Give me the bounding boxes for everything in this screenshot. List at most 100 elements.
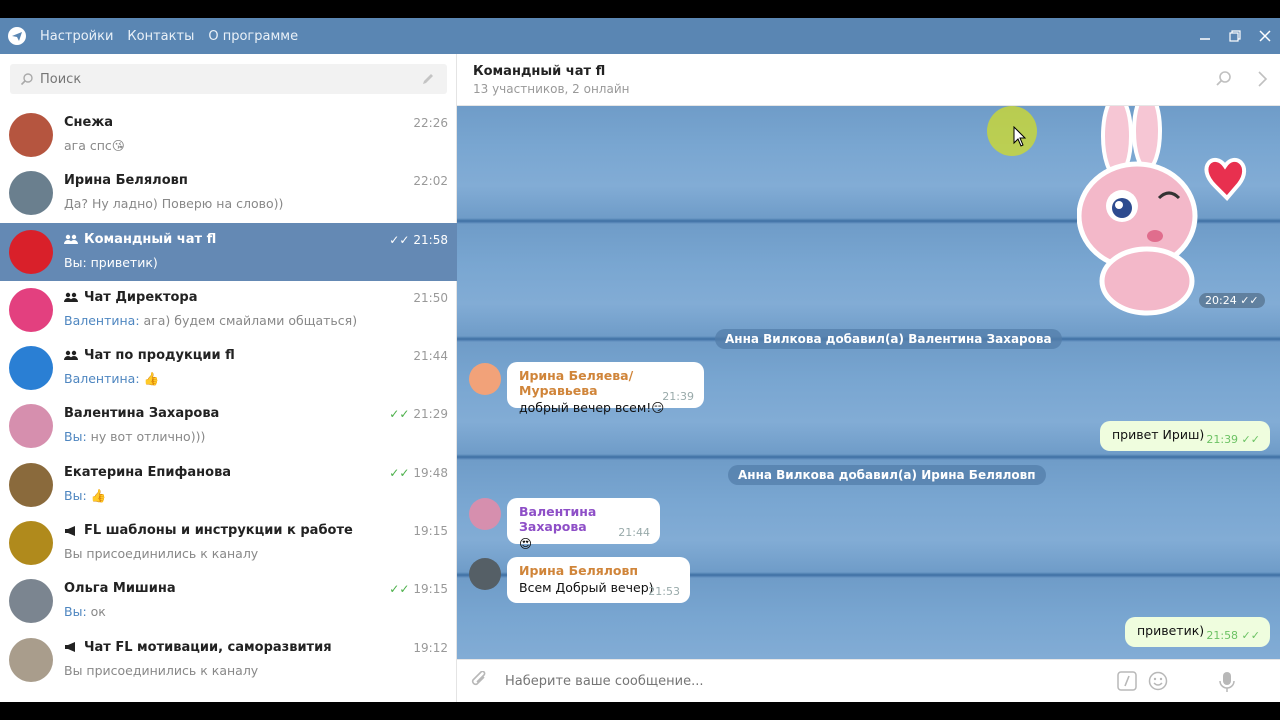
cursor-highlight	[987, 106, 1037, 156]
chat-preview: Вы: ок	[64, 604, 106, 619]
message-area[interactable]: 20:24 ✓✓ Анна Вилкова добавил(а) Валенти…	[457, 106, 1280, 659]
preview-text: Да? Ну ладно) Поверю на слово))	[64, 196, 284, 212]
read-check-icon: ✓✓	[389, 232, 410, 247]
avatar	[9, 637, 53, 682]
service-message: Анна Вилкова добавил(а) Валентина Захаро…	[715, 329, 1062, 349]
attach-paperclip-icon[interactable]	[471, 671, 489, 691]
search-box	[10, 64, 447, 94]
read-check-icon: ✓✓	[389, 465, 410, 480]
group-icon	[64, 234, 78, 244]
chat-name: Чат Директора	[64, 290, 198, 305]
chat-list-item[interactable]: Чат Директора 21:50 Валентина: ага) будем …	[0, 281, 457, 339]
message-time: 21:44	[618, 526, 650, 539]
chat-title[interactable]: Командный чат fl	[473, 64, 605, 79]
chat-time: ✓✓ 19:15	[389, 582, 448, 597]
chat-list: Снежа 22:26 ага спс😘 Ирина Беляловп 22:02 Да?…	[0, 106, 457, 689]
chat-sidebar: Снежа 22:26 ага спс😘 Ирина Беляловп 22:02 Да?…	[0, 54, 457, 702]
bunny-sticker[interactable]	[1077, 106, 1277, 316]
search-icon[interactable]	[1215, 70, 1233, 88]
message-bubble-outgoing: приветик) 21:58 ✓✓	[1125, 617, 1270, 647]
microphone-icon[interactable]	[1219, 671, 1235, 693]
preview-text: Вы: приветик)	[64, 254, 158, 270]
mouse-cursor-icon	[1013, 126, 1027, 147]
chat-preview: Вы присоединились к каналу	[64, 546, 258, 561]
preview-text: Вы присоединились к каналу	[64, 546, 259, 562]
search-input[interactable]	[34, 71, 421, 87]
chat-preview: Вы: 👍	[64, 488, 106, 504]
preview-sender: Вы:	[64, 429, 91, 445]
read-check-icon: ✓✓	[389, 582, 410, 597]
avatar[interactable]	[469, 498, 501, 530]
chat-list-item[interactable]: Чат FL мотивации, саморазвития 19:12 Вы пр…	[0, 631, 457, 689]
window-controls	[1190, 18, 1280, 54]
chat-list-item[interactable]: Ольга Мишина ✓✓ 19:15 Вы: ок	[0, 572, 457, 630]
telegram-logo-icon	[8, 27, 26, 45]
avatar	[9, 404, 53, 449]
chat-time: 19:12	[413, 640, 448, 655]
message-time: 21:58 ✓✓	[1206, 629, 1260, 642]
chat-list-item[interactable]: Снежа 22:26 ага спс😘	[0, 106, 457, 164]
chat-list-item[interactable]: Ирина Беляловп 22:02 Да? Ну ладно) Поверю …	[0, 164, 457, 222]
chat-time: 21:44	[413, 349, 448, 364]
chat-preview: Валентина: 👍	[64, 371, 159, 387]
minimize-icon	[1200, 38, 1210, 40]
chat-name: FL шаблоны и инструкции к работе	[64, 523, 353, 538]
conversation-panel: Командный чат fl 13 участников, 2 онлайн	[457, 54, 1280, 702]
message-bubble-outgoing: привет Ириш) 21:39 ✓✓	[1100, 421, 1270, 451]
menu-contacts[interactable]: Контакты	[127, 29, 194, 44]
message-author[interactable]: Ирина Беляловп	[519, 563, 678, 578]
preview-text: ага) будем смайлами общаться)	[143, 312, 358, 328]
chat-subtitle: 13 участников, 2 онлайн	[473, 82, 630, 96]
chat-list-item[interactable]: FL шаблоны и инструкции к работе 19:15 Вы …	[0, 514, 457, 572]
chat-name: Ирина Беляловп	[64, 173, 188, 189]
chat-name: Снежа	[64, 115, 114, 130]
chat-name: Ольга Мишина	[64, 581, 176, 597]
group-icon	[64, 350, 78, 361]
chat-header: Командный чат fl 13 участников, 2 онлайн	[457, 54, 1280, 106]
chat-preview: Да? Ну ладно) Поверю на слово))	[64, 196, 283, 211]
preview-sender: Вы:	[64, 604, 91, 620]
message-bubble: Ирина Беляловп Всем Добрый вечер) 21:53	[507, 557, 690, 603]
chat-list-item[interactable]: Чат по продукции fl 21:44 Валентина: 👍	[0, 339, 457, 397]
avatar[interactable]	[469, 363, 501, 395]
message-input[interactable]	[505, 668, 1105, 694]
avatar	[9, 521, 53, 566]
maximize-button[interactable]	[1220, 18, 1250, 54]
chat-time: 22:02	[413, 174, 448, 189]
close-button[interactable]	[1250, 18, 1280, 54]
emoji-smile-icon[interactable]	[1148, 671, 1168, 691]
sticker-time: 20:24 ✓✓	[1199, 293, 1265, 308]
service-message: Анна Вилкова добавил(а) Ирина Беляловп	[728, 465, 1046, 485]
read-check-icon: ✓✓	[389, 407, 410, 422]
avatar	[9, 287, 53, 332]
chat-time: 22:26	[413, 116, 448, 130]
chat-name: Валентина Захарова	[64, 406, 220, 422]
app-window: Настройки Контакты О программе Снежа 22:2…	[0, 18, 1280, 702]
message-time: 21:39 ✓✓	[1206, 433, 1260, 446]
chat-name: Командный чат fl	[64, 232, 216, 247]
avatar	[9, 229, 53, 274]
chat-preview: Вы: приветик)	[64, 255, 158, 270]
menu-about[interactable]: О программе	[208, 29, 298, 44]
avatar	[9, 171, 53, 216]
avatar[interactable]	[469, 558, 501, 590]
preview-sender: Валентина:	[64, 312, 144, 328]
chat-time: ✓✓ 19:48	[389, 465, 448, 480]
chat-list-item[interactable]: Валентина Захарова ✓✓ 21:29 Вы: ну вот отли…	[0, 397, 457, 455]
chat-preview: Валентина: ага) будем смайлами общаться)	[64, 313, 357, 328]
message-composer	[457, 659, 1280, 702]
channel-megaphone-icon	[65, 525, 75, 536]
preview-text: ок	[90, 604, 106, 620]
menu-settings[interactable]: Настройки	[40, 29, 113, 44]
chat-list-item[interactable]: Командный чат fl ✓✓ 21:58 Вы: приветик)	[0, 222, 457, 281]
chevron-right-icon[interactable]	[1255, 70, 1269, 88]
chat-preview: ага спс😘	[64, 138, 125, 153]
bot-command-icon[interactable]	[1117, 671, 1137, 691]
compose-pencil-icon[interactable]	[421, 72, 435, 86]
minimize-button[interactable]	[1190, 18, 1220, 54]
preview-text: 👍	[143, 371, 160, 387]
search-icon	[20, 73, 33, 86]
chat-list-item[interactable]: Екатерина Епифанова ✓✓ 19:48 Вы: 👍	[0, 456, 457, 514]
message-time: 21:39	[662, 390, 694, 403]
preview-text: ага спс😘	[64, 138, 125, 153]
